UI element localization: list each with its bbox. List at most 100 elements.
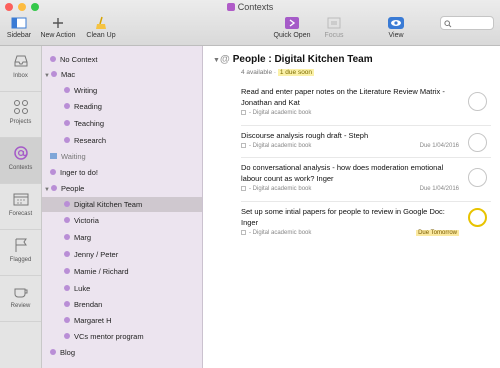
task-meta: - Digital academic book xyxy=(241,110,491,119)
context-item-mac[interactable]: ▼ Mac xyxy=(42,67,202,84)
context-item-teaching[interactable]: Teaching xyxy=(42,116,202,131)
perspectives-sidebar: Inbox Projects Contexts Forecast Flagged… xyxy=(0,46,42,368)
sidebar-button[interactable]: Sidebar xyxy=(4,16,34,39)
context-dot-icon xyxy=(50,349,56,355)
context-item-people[interactable]: ▼ People xyxy=(42,181,202,198)
perspective-label: Contexts xyxy=(8,165,33,171)
task-row[interactable]: Do conversational analysis - how does mo… xyxy=(241,162,491,202)
clean-up-button[interactable]: Clean Up xyxy=(84,16,118,39)
context-item-digital-kitchen-team[interactable]: Digital Kitchen Team xyxy=(42,197,202,212)
task-title[interactable]: Read and enter paper notes on the Litera… xyxy=(241,86,456,108)
contexts-icon xyxy=(226,3,235,11)
perspective-forecast[interactable]: Forecast xyxy=(0,184,41,230)
context-group-header[interactable]: ▼@ People : Digital Kitchen Team xyxy=(213,54,373,65)
context-dot-icon xyxy=(64,120,70,126)
note-icon xyxy=(241,230,246,235)
clean-up-label: Clean Up xyxy=(86,32,116,39)
context-label: Luke xyxy=(74,284,91,293)
disclosure-open-icon[interactable]: ▼ xyxy=(213,57,220,64)
search-field[interactable] xyxy=(440,16,494,30)
context-dot-icon xyxy=(51,185,57,191)
perspective-contexts[interactable]: Contexts xyxy=(0,138,41,184)
task-status-circle-due[interactable] xyxy=(468,208,487,227)
task-status-circle[interactable] xyxy=(468,92,487,111)
context-label: Marg xyxy=(74,233,92,242)
task-title[interactable]: Set up some intial papers for people to … xyxy=(241,206,456,228)
task-due: Due Tomorrow xyxy=(416,230,459,236)
context-dot-icon xyxy=(64,87,70,93)
context-label: Jenny / Peter xyxy=(74,250,119,259)
perspective-projects[interactable]: Projects xyxy=(0,92,41,138)
context-label: Research xyxy=(74,136,107,145)
context-item-vcs-mentor-program[interactable]: VCs mentor program xyxy=(42,329,202,344)
context-dot-icon xyxy=(64,268,70,274)
context-dot-icon xyxy=(50,169,56,175)
task-project: - Digital academic book xyxy=(249,186,312,192)
focus-icon xyxy=(327,17,341,29)
perspective-flagged[interactable]: Flagged xyxy=(0,230,41,276)
context-dot-icon xyxy=(64,137,70,143)
available-count: 4 available · xyxy=(241,69,277,76)
context-label: Reading xyxy=(74,102,102,111)
focus-label: Focus xyxy=(324,32,344,39)
context-item-victoria[interactable]: Victoria xyxy=(42,213,202,228)
context-item-blog[interactable]: Blog xyxy=(42,345,202,360)
focus-button[interactable]: Focus xyxy=(320,16,348,39)
context-item-writing[interactable]: Writing xyxy=(42,83,202,98)
new-action-button[interactable]: New Action xyxy=(38,16,78,39)
task-project: - Digital academic book xyxy=(249,110,312,116)
context-item-no-context[interactable]: No Context xyxy=(42,52,202,67)
due-soon-badge: 1 due soon xyxy=(277,69,315,76)
context-item-luke[interactable]: Luke xyxy=(42,281,202,296)
sidebar-button-label: Sidebar xyxy=(6,32,32,39)
context-item-inger-to-do[interactable]: Inger to do! xyxy=(42,165,202,180)
plus-icon xyxy=(53,18,63,28)
task-title[interactable]: Do conversational analysis - how does mo… xyxy=(241,162,456,184)
context-dot-icon xyxy=(64,103,70,109)
context-label: VCs mentor program xyxy=(74,332,144,341)
context-list: No Context ▼ Mac Writing Reading Teaching… xyxy=(42,46,203,368)
context-label: Margaret H xyxy=(74,316,112,325)
disclosure-open-icon[interactable]: ▼ xyxy=(44,69,51,84)
new-action-label: New Action xyxy=(40,32,76,39)
task-row[interactable]: Read and enter paper notes on the Litera… xyxy=(241,86,491,126)
context-dot-icon xyxy=(64,217,70,223)
context-at-icon: @ xyxy=(220,54,230,65)
context-item-brendan[interactable]: Brendan xyxy=(42,297,202,312)
perspective-label: Projects xyxy=(9,119,32,125)
context-label: No Context xyxy=(60,55,98,64)
context-dot-icon xyxy=(51,71,57,77)
task-status-circle[interactable] xyxy=(468,133,487,152)
context-label: Writing xyxy=(74,86,98,95)
quick-open-icon xyxy=(285,17,299,29)
context-label: People xyxy=(61,184,85,193)
window-title-text: Contexts xyxy=(237,2,274,12)
context-dot-icon xyxy=(64,201,70,207)
context-item-marg[interactable]: Marg xyxy=(42,230,202,245)
perspective-inbox[interactable]: Inbox xyxy=(0,46,41,92)
view-button[interactable]: View xyxy=(384,16,408,39)
context-item-mamie-richard[interactable]: Mamie / Richard xyxy=(42,264,202,279)
context-label: Mac xyxy=(61,70,76,79)
context-item-research[interactable]: Research xyxy=(42,133,202,148)
context-label: Mamie / Richard xyxy=(74,267,129,276)
context-item-jenny-peter[interactable]: Jenny / Peter xyxy=(42,247,202,262)
outline-view: ▼@ People : Digital Kitchen Team 4 availa… xyxy=(203,46,500,368)
context-dot-icon xyxy=(50,56,56,62)
sidebar-icon xyxy=(11,17,27,29)
perspective-review[interactable]: Review xyxy=(0,276,41,322)
task-title[interactable]: Discourse analysis rough draft - Steph xyxy=(241,130,456,141)
task-row[interactable]: Discourse analysis rough draft - Steph -… xyxy=(241,130,491,158)
quick-open-button[interactable]: Quick Open xyxy=(272,16,312,39)
context-dot-icon xyxy=(64,333,70,339)
task-status-circle[interactable] xyxy=(468,168,487,187)
task-due: Due 1/04/2016 xyxy=(419,143,459,149)
context-item-waiting[interactable]: Waiting xyxy=(42,149,202,164)
context-label: Digital Kitchen Team xyxy=(74,200,143,209)
context-item-margaret-h[interactable]: Margaret H xyxy=(42,313,202,328)
task-row[interactable]: Set up some intial papers for people to … xyxy=(241,206,491,246)
search-icon xyxy=(444,20,452,28)
context-label: Blog xyxy=(60,348,76,357)
disclosure-open-icon[interactable]: ▼ xyxy=(44,183,51,198)
context-item-reading[interactable]: Reading xyxy=(42,99,202,114)
